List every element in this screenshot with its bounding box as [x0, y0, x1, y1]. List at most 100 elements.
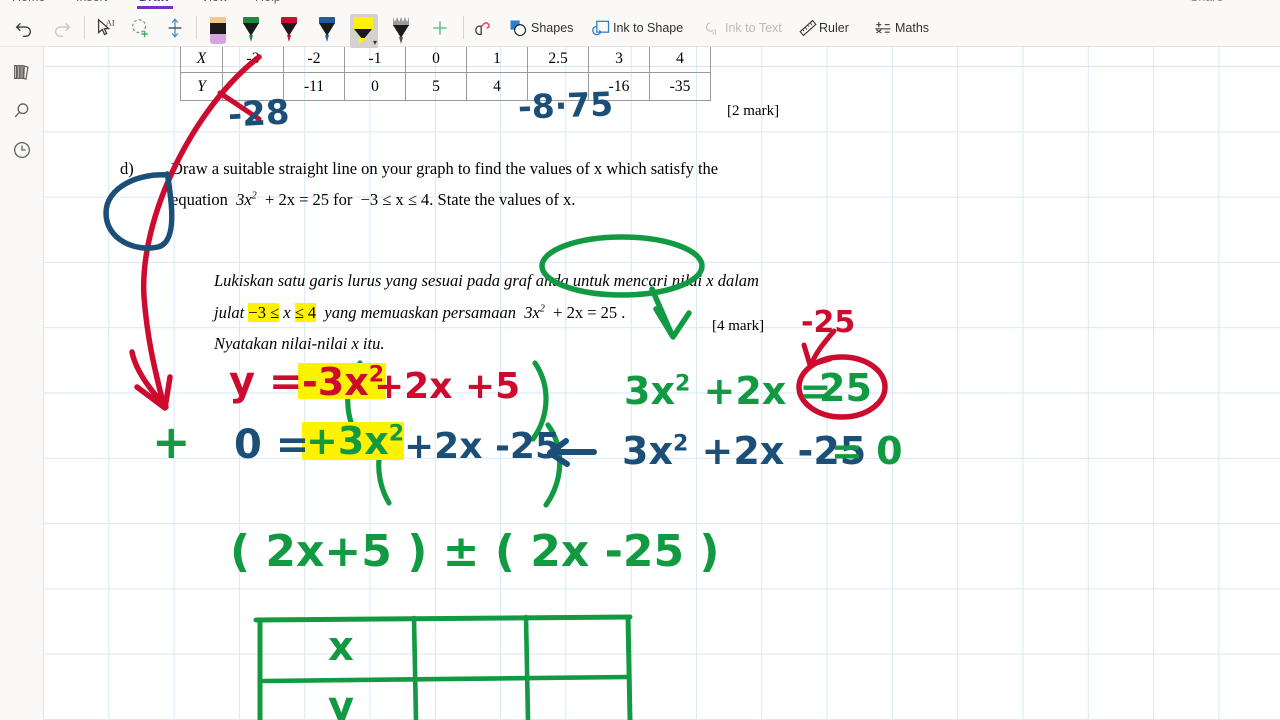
shapes-icon-button[interactable]	[505, 11, 531, 44]
highlighter-chevron-icon[interactable]: ▾	[373, 39, 377, 47]
my2-sup: 2	[539, 303, 545, 315]
my2-eq: 3x	[524, 303, 540, 322]
part-label-d: d)	[120, 159, 134, 178]
insert-space-button[interactable]	[160, 11, 190, 44]
malay-line-3: Nyatakan nilai-nilai x itu.	[214, 334, 385, 353]
table-cell: 0	[344, 72, 406, 101]
table-cell: -35	[649, 72, 711, 101]
table-cell: 1	[466, 47, 528, 73]
question-line-2: equation 3x2 + 2x = 25 for −3 ≤ x ≤ 4. S…	[171, 190, 575, 210]
ink-to-shape-label[interactable]: Ink to Shape	[613, 11, 683, 44]
ruler-icon	[799, 19, 817, 36]
table-cell: -2	[283, 47, 345, 73]
active-tab-underline	[137, 6, 173, 9]
ink-select-ai-button[interactable]: AI	[90, 11, 120, 44]
malay-line-2: julat −3 ≤ x ≤ 4 yang memuaskan persamaa…	[214, 303, 625, 323]
eraser-icon	[475, 21, 490, 35]
table-cell: -16	[588, 72, 650, 101]
notebooks-icon[interactable]	[11, 61, 33, 83]
lasso-icon	[132, 18, 148, 37]
table-header-y: Y	[180, 72, 223, 101]
menu-view[interactable]: View	[201, 0, 228, 4]
left-navigation-rail	[0, 47, 44, 720]
ruler-icon-button[interactable]	[795, 11, 821, 44]
table-cell: 0	[405, 47, 467, 73]
marks-4: [4 mark]	[712, 318, 765, 334]
undo-button[interactable]	[8, 11, 40, 44]
my2-end: + 2x = 25 .	[553, 303, 626, 322]
ruler-label[interactable]: Ruler	[819, 11, 849, 44]
share-button[interactable]: Share	[1190, 0, 1223, 4]
menu-insert[interactable]: Insert	[76, 0, 107, 4]
search-icon[interactable]	[11, 100, 33, 122]
menu-draw[interactable]: Draw	[139, 0, 170, 4]
ink-to-text-icon-button: a	[700, 11, 726, 44]
ink-to-text-icon: a	[705, 21, 717, 37]
maths-icon-button[interactable]	[870, 11, 896, 44]
my2-hl1: −3 ≤	[248, 303, 280, 322]
eraser-button[interactable]	[468, 11, 498, 44]
redo-icon	[54, 22, 71, 37]
ink-to-shape-icon	[592, 20, 610, 35]
highlighter-yellow[interactable]: ▾	[350, 14, 378, 48]
my2-pre: julat	[214, 303, 245, 322]
ribbon-divider-2	[196, 16, 197, 39]
table-cell: 3	[588, 47, 650, 73]
table-cell: -11	[283, 72, 345, 101]
table-row: Y -11 0 5 4 -16 -35	[180, 72, 711, 101]
insert-space-icon	[168, 17, 182, 38]
redo-button[interactable]	[46, 11, 78, 44]
q2-range: −3 ≤ x ≤ 4	[360, 190, 430, 209]
q2-sup: 2	[251, 190, 257, 202]
menu-home[interactable]: Home	[12, 0, 45, 4]
q2-mid: + 2x = 25 for	[265, 190, 353, 209]
menu-help[interactable]: Help	[255, 0, 281, 4]
q2-end: . State the values of x.	[429, 190, 576, 209]
pen-blue[interactable]	[314, 14, 340, 48]
pen-pencil-purple[interactable]	[205, 14, 231, 48]
maths-label[interactable]: Maths	[895, 11, 929, 44]
shapes-icon	[510, 20, 527, 36]
table-cell	[222, 72, 284, 101]
svg-text:a: a	[712, 26, 717, 37]
ribbon-divider-3	[463, 16, 464, 39]
table-cell: 2.5	[527, 47, 589, 73]
my2-x: x	[279, 303, 295, 322]
table-row: X -3 -2 -1 0 1 2.5 3 4	[180, 47, 711, 73]
maths-icon	[875, 21, 891, 34]
marks-2: [2 mark]	[727, 103, 780, 119]
table-cell: 4	[649, 47, 711, 73]
ribbon-divider-1	[84, 16, 85, 39]
ink-to-shape-icon-button[interactable]	[588, 11, 614, 44]
values-table: X -3 -2 -1 0 1 2.5 3 4 Y -11 0 5 4 -16 -…	[180, 47, 711, 101]
table-cell: -1	[344, 47, 406, 73]
table-cell: -3	[222, 47, 284, 73]
ink-to-text-label: Ink to Text	[725, 20, 782, 35]
svg-text:AI: AI	[106, 18, 115, 27]
add-pen-button[interactable]	[424, 11, 456, 44]
my2-hl2: ≤ 4	[294, 303, 317, 322]
q2-pre: equation	[171, 190, 228, 209]
q2-eq: 3x	[236, 190, 252, 209]
notebook-page[interactable]: X -3 -2 -1 0 1 2.5 3 4 Y -11 0 5 4 -16 -…	[44, 47, 1280, 720]
table-cell: 4	[466, 72, 528, 101]
my2-mid: yang memuaskan persamaan	[324, 303, 516, 322]
onenote-window: Home Insert Draw View Help Share	[0, 0, 1280, 720]
pencil-grey[interactable]	[388, 14, 414, 48]
pen-green[interactable]	[238, 14, 264, 48]
ai-cursor-icon: AI	[97, 18, 115, 35]
recent-clock-icon[interactable]	[11, 139, 33, 161]
plus-icon	[433, 20, 447, 35]
malay-line-1: Lukiskan satu garis lurus yang sesuai pa…	[214, 271, 759, 290]
table-cell	[527, 72, 589, 101]
menu-bar: Home Insert Draw View Help Share	[0, 0, 1280, 9]
draw-ribbon: AI ▾ Shapes Ink to Shape a Ink to Text R…	[0, 8, 1280, 48]
table-header-x: X	[180, 47, 223, 73]
question-line-1: Draw a suitable straight line on your gr…	[171, 159, 719, 178]
undo-icon	[15, 22, 32, 37]
lasso-select-button[interactable]	[125, 11, 155, 44]
shapes-label[interactable]: Shapes	[531, 11, 573, 44]
document-content: X -3 -2 -1 0 1 2.5 3 4 Y -11 0 5 4 -16 -…	[44, 47, 1280, 720]
table-cell: 5	[405, 72, 467, 101]
pen-red[interactable]	[276, 14, 302, 48]
